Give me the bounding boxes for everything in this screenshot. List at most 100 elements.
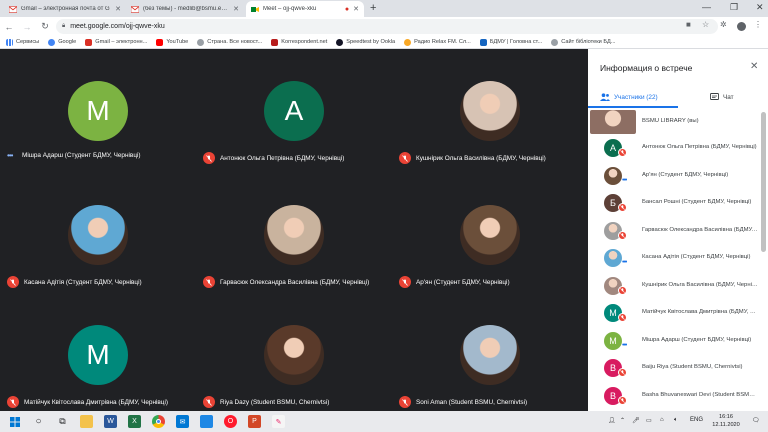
microphone-icon[interactable]: 🎤︎ [632, 417, 640, 424]
bookmark-korrespondent[interactable]: Korrespondent.net [271, 38, 328, 46]
tile-label-row: Кушнірик Ольга Василівна (БДМУ, Чернівці… [399, 152, 546, 164]
participant-row[interactable]: ••• Ар'ян (Студент БДМУ, Чернівці) [588, 162, 762, 190]
bookmark-library[interactable]: Сайт бібліотеки БД... [551, 38, 616, 46]
participant-name: Soni Aman (Student BSMU, Chernivtsi) [416, 398, 528, 406]
participant-row[interactable]: Б Бансал Рошні (Студент БДМУ, Чернівці) [588, 189, 762, 217]
forward-icon[interactable]: → [18, 22, 36, 32]
panel-scrollbar[interactable] [761, 112, 766, 252]
camera-indicator-icon[interactable]: ■ [686, 20, 691, 29]
minimize-icon[interactable]: — [702, 2, 711, 12]
bookmark-label: Страна. Все новост... [207, 39, 263, 45]
participant-name: Антонюк Ольга Петрівна (БДМУ, Чернівці) [220, 154, 345, 162]
back-icon[interactable]: ← [0, 22, 18, 32]
mic-off-icon [203, 276, 215, 288]
paint-icon[interactable]: ✎ [272, 415, 285, 428]
close-window-icon[interactable]: ✕ [756, 2, 764, 13]
participant-row[interactable]: M Матійчук Квітослава Дмитрівна (БДМУ, Че… [588, 299, 762, 327]
file-explorer-icon[interactable] [80, 415, 93, 428]
tab-medlib-mail[interactable]: (без темы) - medlib@bsmu.edu. ✕ [126, 1, 244, 17]
bookmark-strana[interactable]: Страна. Все новост... [197, 38, 263, 46]
battery-icon[interactable]: ▭ [646, 417, 652, 424]
mail-icon[interactable]: ✉ [176, 415, 189, 428]
maximize-icon[interactable]: ❐ [730, 2, 738, 13]
video-grid: M ••• Мішра Адарш (Студент БДМУ, Чернівц… [0, 49, 588, 411]
menu-icon[interactable]: ⋮ [754, 20, 762, 29]
participant-row[interactable]: BSMU LIBRARY (вы) [588, 108, 762, 134]
participant-row[interactable]: B Baiju Riya (Student BSMU, Chernivtsi) [588, 354, 762, 382]
chrome-icon[interactable] [152, 415, 165, 428]
search-icon[interactable]: ○ [32, 415, 45, 428]
close-icon[interactable]: ✕ [750, 61, 758, 72]
network-icon[interactable]: ⌂ [660, 417, 664, 423]
close-icon[interactable]: ✕ [353, 5, 359, 13]
reload-icon[interactable]: ↻ [36, 21, 54, 32]
participant-tile[interactable]: Гарвасюк Олександра Василівна (БДМУ, Чер… [196, 173, 392, 291]
opera-icon[interactable]: O [224, 415, 237, 428]
word-icon[interactable]: W [104, 415, 117, 428]
profile-avatar[interactable] [737, 22, 746, 31]
participant-row[interactable]: M ••• Мішра Адарш (Студент БДМУ, Чернівці) [588, 327, 762, 355]
bookmark-bsmu[interactable]: БДМУ | Головна ст... [479, 38, 543, 46]
participant-row[interactable]: B Basha Bhuvaneswari Devi (Student BSMU, … [588, 382, 762, 410]
mic-off-icon [618, 368, 627, 377]
notifications-icon[interactable]: 🗨︎ [752, 417, 760, 424]
bookmark-speedtest[interactable]: Speedtest by Ookla [336, 38, 395, 46]
tile-label-row: Касана Адітія (Студент БДМУ, Чернівці) [7, 276, 142, 288]
participant-row[interactable]: Гарвасюк Олександра Василівна (БДМУ, Чер… [588, 217, 762, 245]
task-view-icon[interactable]: ⧉ [56, 415, 69, 428]
mic-off-icon [203, 396, 215, 408]
tab-label: Meet – ojj-qwve-xku [263, 6, 317, 12]
bookmark-google[interactable]: Google [48, 38, 76, 46]
globe-icon [551, 38, 559, 46]
participant-tile[interactable]: A Антонюк Ольга Петрівна (БДМУ, Чернівці… [196, 49, 392, 167]
clock[interactable]: 16:16 12.11.2020 [712, 413, 740, 429]
participant-row[interactable]: А Антонюк Ольга Петрівна (БДМУ, Чернівці) [588, 134, 762, 162]
powerpoint-icon[interactable]: P [248, 415, 261, 428]
person-icon[interactable]: 👤︎ [608, 417, 616, 424]
show-hidden-icons[interactable]: ⌃ [620, 417, 625, 424]
tab-chat[interactable]: Чат [710, 90, 734, 104]
tab-gmail[interactable]: Gmail – электронная почта от G ✕ [4, 1, 126, 17]
bookmark-apps[interactable]: Сервисы [6, 38, 39, 46]
tab-label: (без темы) - medlib@bsmu.edu. [143, 6, 230, 12]
bookmark-label: Korrespondent.net [281, 39, 328, 45]
new-tab-button[interactable]: + [370, 2, 376, 14]
participant-name: BSMU LIBRARY (вы) [642, 118, 699, 124]
participant-tile[interactable]: Ар'ян (Студент БДМУ, Чернівці) [392, 173, 588, 291]
language-indicator[interactable]: ENG [690, 417, 703, 423]
close-icon[interactable]: ✕ [115, 5, 121, 13]
bookmark-gmail[interactable]: Gmail – электронн... [85, 38, 147, 46]
photos-icon[interactable] [200, 415, 213, 428]
participant-tile[interactable]: M ••• Мішра Адарш (Студент БДМУ, Чернівц… [0, 49, 196, 167]
participant-tile[interactable]: Касана Адітія (Студент БДМУ, Чернівці) [0, 173, 196, 291]
mic-off-icon [203, 152, 215, 164]
tab-meet[interactable]: Meet – ojj-qwve-xku ● ✕ [246, 1, 364, 17]
bookmark-label: БДМУ | Головна ст... [489, 39, 543, 45]
extensions-icon[interactable]: ✲ [720, 20, 727, 29]
participant-tile[interactable]: Кушнірик Ольга Василівна (БДМУ, Чернівці… [392, 49, 588, 167]
address-bar-row: ← → ↻ 🔒︎ meet.google.com/ojj-qwve-xku ■ … [0, 17, 768, 36]
participant-name: Basha Bhuvaneswari Devi (Student BSMU, C… [642, 391, 758, 398]
tile-label-row: Ар'ян (Студент БДМУ, Чернівці) [399, 276, 510, 288]
participant-name: Антонюк Ольга Петрівна (БДМУ, Чернівці) [642, 144, 757, 150]
url-input[interactable]: 🔒︎ meet.google.com/ojj-qwve-xku [56, 19, 718, 34]
participant-tile[interactable]: Riya Dazy (Student BSMU, Chernivtsi) [196, 293, 392, 411]
volume-icon[interactable]: 🔈︎ [674, 417, 678, 424]
google-icon [48, 38, 56, 46]
participant-tile[interactable]: M Матійчук Квітослава Дмитрівна (БДМУ, Ч… [0, 293, 196, 411]
close-icon[interactable]: ✕ [233, 5, 239, 13]
excel-icon[interactable]: X [128, 415, 141, 428]
apps-grid-icon [6, 38, 13, 46]
participant-name: Матійчук Квітослава Дмитрівна (БДМУ, Чер… [642, 309, 758, 315]
participant-row[interactable]: ••• Касана Адітія (Студент БДМУ, Чернівці… [588, 244, 762, 272]
star-icon[interactable]: ☆ [702, 20, 709, 29]
participant-name: Касана Адітія (Студент БДМУ, Чернівці) [642, 254, 751, 260]
bookmark-youtube[interactable]: YouTube [156, 38, 188, 46]
lock-icon[interactable]: 🔒︎ [62, 23, 65, 30]
participant-tile[interactable]: Soni Aman (Student BSMU, Chernivtsi) [392, 293, 588, 411]
windows-start-icon[interactable] [8, 415, 21, 428]
participant-row[interactable]: Кушнірик Ольга Василівна (БДМУ, Чернівці… [588, 272, 762, 300]
tab-people[interactable]: Участники (22) [600, 90, 658, 104]
bookmark-relax-fm[interactable]: Радио Relax FM. Сл... [404, 38, 471, 46]
tab-people-label: Участники (22) [614, 93, 658, 101]
